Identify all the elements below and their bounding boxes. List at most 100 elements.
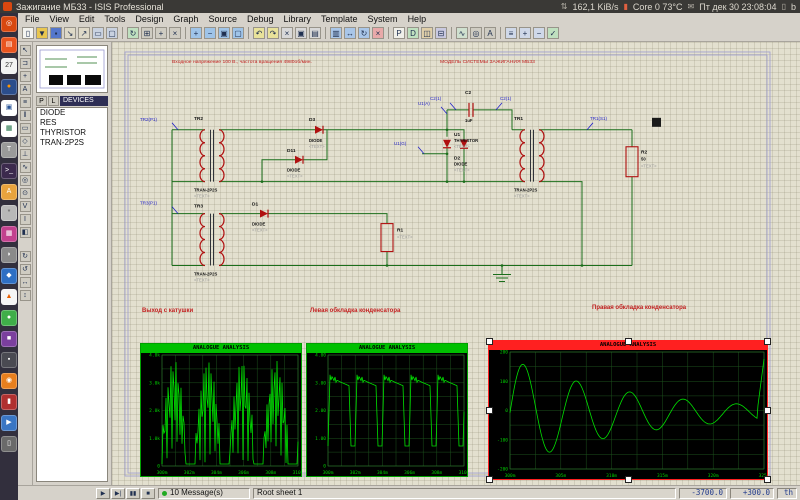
resistor-R1[interactable] — [381, 224, 393, 252]
menu-source[interactable]: Source — [203, 14, 242, 24]
export-section-button[interactable]: ↗ — [78, 27, 90, 39]
launcher-files[interactable]: ▤ — [1, 37, 17, 53]
device-list[interactable]: DIODERESTHYRISTORTRAN-2P2S — [36, 107, 108, 482]
network-icon[interactable]: ⇅ — [561, 2, 568, 11]
system-tray[interactable]: ⇅ 162,1 KiB/s ▮ Core 0 73°C ✉ Пт дек 30 … — [561, 2, 800, 12]
analysis-graph-1[interactable]: ANALOGUE ANALYSIS4.0k3.0k2.0k1.0k0300m30… — [140, 343, 302, 477]
launcher-terminal[interactable]: >_ — [1, 163, 17, 179]
device-pins-mode-button[interactable]: ⊥ — [20, 149, 31, 160]
analysis-graph-3[interactable]: ANALOGUE ANALYSIS2001000-100-200300m305m… — [488, 340, 768, 480]
subcircuit-mode-button[interactable]: ▭ — [20, 123, 31, 134]
menu-library[interactable]: Library — [279, 14, 317, 24]
menu-template[interactable]: Template — [316, 14, 363, 24]
wire-label-mode-button[interactable]: A — [20, 84, 31, 95]
voltage-probes[interactable] — [172, 103, 593, 214]
selection-handle[interactable] — [486, 407, 493, 414]
redo-button[interactable]: ↷ — [267, 27, 279, 39]
selection-mode-button[interactable]: ↖ — [20, 45, 31, 56]
launcher-blue-arrow[interactable]: ▶ — [1, 415, 17, 431]
graph-mode-button[interactable]: ∿ — [20, 162, 31, 173]
cursor-snap-button[interactable]: × — [169, 27, 181, 39]
component-mode-button[interactable]: ⊐ — [20, 58, 31, 69]
step-button[interactable]: ▶| — [111, 488, 125, 499]
zoom-in-button[interactable]: + — [190, 27, 202, 39]
preview-pane[interactable] — [36, 45, 108, 93]
selection-handle[interactable] — [486, 338, 493, 345]
save-design-button[interactable]: ▪ — [50, 27, 62, 39]
rotate-anticlockwise-button[interactable]: ↺ — [20, 264, 31, 275]
paste-button[interactable]: ▤ — [309, 27, 321, 39]
menu-graph[interactable]: Graph — [168, 14, 203, 24]
current-probe-mode-button[interactable]: I — [20, 214, 31, 225]
launcher-purple-app[interactable]: ■ — [1, 331, 17, 347]
menu-system[interactable]: System — [363, 14, 403, 24]
device-item-tran-2p2s[interactable]: TRAN-2P2S — [37, 138, 107, 148]
zoom-all-button[interactable]: ▣ — [218, 27, 230, 39]
cut-button[interactable]: × — [281, 27, 293, 39]
menu-edit[interactable]: Edit — [74, 14, 100, 24]
y-mirror-button[interactable]: ↕ — [20, 290, 31, 301]
undo-button[interactable]: ↶ — [253, 27, 265, 39]
pick-button[interactable]: P — [36, 96, 47, 106]
launcher-red-app[interactable]: ▮ — [1, 394, 17, 410]
device-item-thyristor[interactable]: THYRISTOR — [37, 128, 107, 138]
launcher-media-player[interactable]: ● — [1, 310, 17, 326]
selection-handle[interactable] — [764, 338, 771, 345]
new-sheet-button[interactable]: + — [519, 27, 531, 39]
clock[interactable]: Пт дек 30 23:08:04 — [699, 2, 776, 12]
schematic-canvas[interactable]: Входное напряжение 100 В., частота враще… — [112, 42, 800, 485]
terminals-mode-button[interactable]: ◇ — [20, 136, 31, 147]
launcher-libreoffice-calc[interactable]: ▦ — [1, 121, 17, 137]
selection-handle[interactable] — [764, 407, 771, 414]
launcher-orange-app[interactable]: ◉ — [1, 373, 17, 389]
copy-button[interactable]: ▣ — [295, 27, 307, 39]
grid-toggle-button[interactable]: ⊞ — [141, 27, 153, 39]
selection-handle[interactable] — [486, 476, 493, 483]
device-item-res[interactable]: RES — [37, 118, 107, 128]
menu-tools[interactable]: Tools — [99, 14, 130, 24]
analysis-graph-2[interactable]: ANALOGUE ANALYSIS4.003.002.001.000300m30… — [306, 343, 468, 477]
menu-help[interactable]: Help — [403, 14, 432, 24]
device-item-diode[interactable]: DIODE — [37, 108, 107, 118]
zoom-out-button[interactable]: − — [204, 27, 216, 39]
stop-button[interactable]: ■ — [141, 488, 155, 499]
selection-handle[interactable] — [625, 338, 632, 345]
mail-icon[interactable]: ✉ — [688, 2, 695, 11]
selection-handle[interactable] — [764, 476, 771, 483]
capacitor-symbol[interactable] — [469, 103, 473, 117]
marker-box[interactable] — [652, 118, 661, 127]
menu-file[interactable]: File — [20, 14, 45, 24]
block-copy-button[interactable]: ▥ — [330, 27, 342, 39]
remove-sheet-button[interactable]: − — [533, 27, 545, 39]
launcher-trash[interactable]: ▯ — [1, 436, 17, 452]
resistor-R2[interactable] — [626, 147, 638, 177]
decompose-button[interactable]: ⊟ — [435, 27, 447, 39]
launcher-system-settings[interactable]: * — [1, 205, 17, 221]
refresh-button[interactable]: ↻ — [127, 27, 139, 39]
launcher-dark-app[interactable]: ▪ — [1, 352, 17, 368]
launcher-calculator[interactable]: ▦ — [1, 226, 17, 242]
text-script-mode-button[interactable]: ≡ — [20, 97, 31, 108]
launcher-libreoffice-writer[interactable]: ▣ — [1, 100, 17, 116]
x-mirror-button[interactable]: ↔ — [20, 277, 31, 288]
voltage-probe-mode-button[interactable]: V — [20, 201, 31, 212]
library-button[interactable]: L — [48, 96, 59, 106]
launcher-text-editor[interactable]: T — [1, 142, 17, 158]
virtual-instruments-mode-button[interactable]: ◧ — [20, 227, 31, 238]
wires[interactable] — [172, 110, 632, 282]
launcher-software-center[interactable]: A — [1, 184, 17, 200]
pause-button[interactable]: ▮▮ — [126, 488, 140, 499]
launcher-dash-home[interactable]: ◎ — [1, 16, 17, 32]
launcher-vlc[interactable]: ▲ — [1, 289, 17, 305]
launcher-gimp[interactable]: ◗ — [1, 247, 17, 263]
pick-parts-button[interactable]: P — [393, 27, 405, 39]
rotate-clockwise-button[interactable]: ↻ — [20, 251, 31, 262]
block-rotate-button[interactable]: ↻ — [358, 27, 370, 39]
generator-mode-button[interactable]: ⊙ — [20, 188, 31, 199]
block-move-button[interactable]: ↔ — [344, 27, 356, 39]
open-design-button[interactable]: ▼ — [36, 27, 48, 39]
play-button[interactable]: ▶ — [96, 488, 110, 499]
block-delete-button[interactable]: × — [372, 27, 384, 39]
mark-output-area-button[interactable]: ▢ — [106, 27, 118, 39]
junction-dot-mode-button[interactable]: + — [20, 71, 31, 82]
